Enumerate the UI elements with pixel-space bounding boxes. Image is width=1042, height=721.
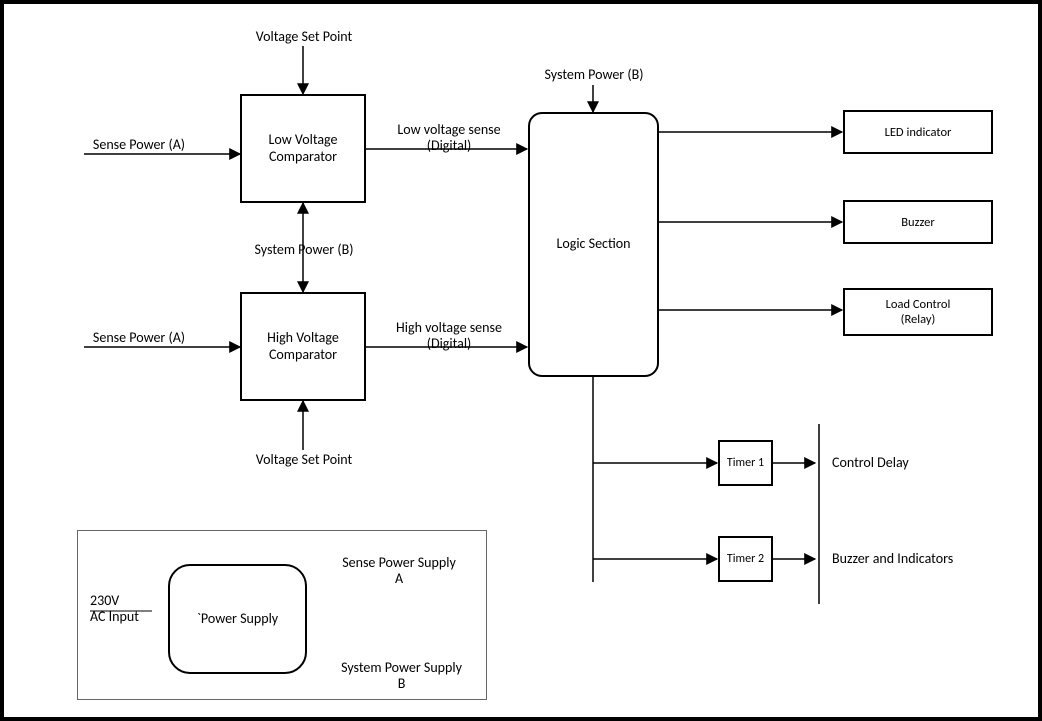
block-label: High Voltage Comparator [267, 330, 339, 364]
block-label: Buzzer [901, 215, 935, 230]
block-high-voltage-comparator: High Voltage Comparator [240, 292, 366, 401]
label-system-power-supply-b: System Power Supply B [319, 660, 484, 692]
label-system-power-b-mid: System Power (B) [229, 242, 379, 258]
block-label: `Power Supply [197, 611, 278, 628]
block-load-control: Load Control (Relay) [843, 288, 993, 336]
label-buzzer-indicators: Buzzer and Indicators [832, 551, 953, 567]
block-label: Logic Section [556, 236, 630, 253]
label-230v-ac-input: 230V AC Input [90, 593, 160, 625]
block-buzzer: Buzzer [843, 200, 993, 244]
label-voltage-set-point-bottom: Voltage Set Point [214, 452, 394, 468]
label-voltage-set-point-top: Voltage Set Point [214, 29, 394, 45]
label-system-power-b-top: System Power (B) [524, 67, 664, 83]
label-high-voltage-sense: High voltage sense (Digital) [374, 320, 524, 352]
block-label: Low Voltage Comparator [268, 132, 337, 166]
label-sense-power-a-1: Sense Power (A) [74, 137, 204, 153]
block-led-indicator: LED indicator [843, 110, 993, 154]
label-sense-power-a-2: Sense Power (A) [74, 330, 204, 346]
label-low-voltage-sense: Low voltage sense (Digital) [374, 122, 524, 154]
diagram-canvas: Voltage Set Point System Power (B) Low V… [0, 0, 1042, 721]
block-low-voltage-comparator: Low Voltage Comparator [240, 94, 366, 203]
block-label: Timer 1 [727, 456, 764, 470]
block-timer-2: Timer 2 [718, 536, 773, 582]
block-label: Load Control (Relay) [886, 297, 951, 327]
block-power-supply: `Power Supply [168, 564, 307, 674]
label-control-delay: Control Delay [832, 455, 909, 471]
block-label: Timer 2 [727, 552, 764, 566]
label-sense-power-supply-a: Sense Power Supply A [319, 555, 479, 587]
block-label: LED indicator [885, 125, 952, 140]
block-logic-section: Logic Section [528, 112, 659, 377]
block-timer-1: Timer 1 [718, 440, 773, 486]
